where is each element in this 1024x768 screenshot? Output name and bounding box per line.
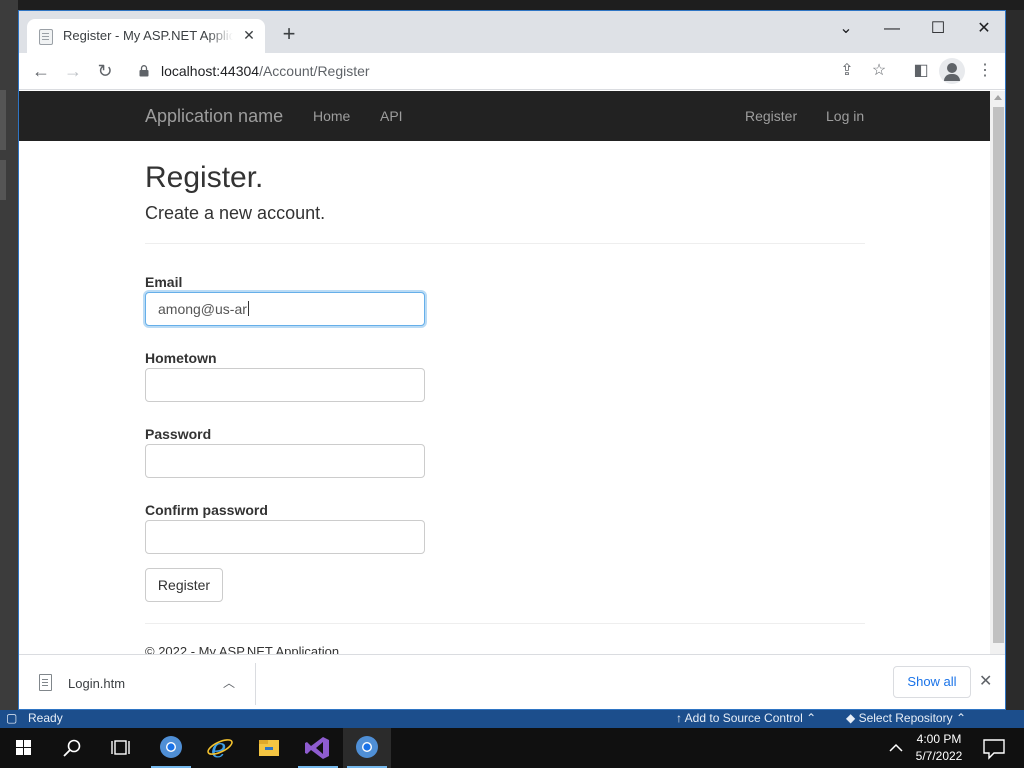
text-caret [247,301,249,316]
download-bar: Login.htm ︿ Show all ✕ [19,654,1005,709]
browser-window: Register - My ASP.NET Application ✕ + ⌄ … [18,10,1006,710]
url-text: localhost:44304/Account/Register [161,63,370,79]
show-all-button[interactable]: Show all [893,666,971,698]
visual-studio-icon[interactable] [294,728,342,768]
password-field[interactable] [145,444,425,478]
divider [145,243,865,244]
nav-login-link[interactable]: Log in [826,108,864,124]
select-repository[interactable]: ◆ Select Repository ⌃ [846,711,966,725]
background-app-marker [0,90,6,150]
site-navbar: Application name Home API Register Log i… [19,91,990,141]
background-app-sidebar [0,0,18,710]
download-separator [255,663,256,705]
url-path: /Account/Register [259,63,370,79]
background-app-titlebar [0,0,1024,10]
clock-time: 4:00 PM [916,732,962,746]
hometown-field[interactable] [145,368,425,402]
forward-arrow-icon[interactable]: → [61,59,85,83]
nav-home-link[interactable]: Home [313,108,350,124]
status-ready: Ready [28,711,63,725]
chrome-window-icon[interactable] [343,728,391,768]
nav-api-link[interactable]: API [380,108,403,124]
background-app-marker [0,160,6,200]
task-view-icon[interactable] [96,728,144,768]
page-viewport: Application name Home API Register Log i… [19,91,990,654]
background-app-statusbar: ▢ Ready ↑ Add to Source Control ⌃ ◆ Sele… [0,710,1024,728]
footer-divider [145,623,865,624]
taskbar: e 4:00 PM 5/7/2022 [0,728,1024,768]
clock-date: 5/7/2022 [915,749,963,763]
lock-icon [139,65,149,77]
taskbar-clock[interactable]: 4:00 PM 5/7/2022 [908,731,970,765]
download-file-name[interactable]: Login.htm [68,676,125,691]
minimize-button[interactable]: — [869,15,915,43]
site-brand[interactable]: Application name [145,106,283,127]
file-explorer-icon[interactable] [245,728,293,768]
confirm-password-label: Confirm password [145,502,268,518]
close-download-bar-icon[interactable]: ✕ [979,671,992,691]
search-icon[interactable] [48,728,96,768]
share-icon[interactable]: ⇪ [835,59,859,83]
chevron-up-icon[interactable]: ︿ [223,674,235,691]
tab-search-icon[interactable]: ⌄ [823,15,869,43]
tab-close-icon[interactable]: ✕ [241,27,257,43]
browser-tab-register[interactable]: Register - My ASP.NET Application ✕ [27,19,265,53]
password-label: Password [145,426,212,442]
email-field[interactable]: among@us-ar [145,292,425,326]
address-bar[interactable]: localhost:44304/Account/Register ⇪ ☆ [129,57,889,86]
maximize-button[interactable]: ☐ [915,15,961,43]
scroll-up-arrow-icon[interactable] [994,95,1002,100]
close-window-button[interactable]: ✕ [961,15,1005,43]
page-subtitle: Create a new account. [145,203,326,223]
tab-strip: Register - My ASP.NET Application ✕ + ⌄ … [19,11,1005,53]
register-button[interactable]: Register [145,568,223,602]
browser-toolbar: ← → ↻ localhost:44304/Account/Register ⇪… [19,53,1005,90]
bookmark-star-icon[interactable]: ☆ [867,59,891,83]
tab-title: Register - My ASP.NET Application [63,28,233,43]
url-host: localhost:44304 [161,63,260,79]
hometown-label: Hometown [145,350,217,366]
new-tab-button[interactable]: + [277,23,301,47]
side-panel-icon[interactable]: ◧ [909,59,933,83]
menu-kebab-icon[interactable]: ⋮ [973,59,997,83]
page-favicon-icon [39,29,53,45]
nav-register-link[interactable]: Register [745,108,797,124]
email-value: among@us-ar [158,301,247,317]
scrollbar-thumb[interactable] [993,107,1004,643]
back-arrow-icon[interactable]: ← [29,59,53,83]
confirm-password-field[interactable] [145,520,425,554]
status-icon: ▢ [6,711,18,725]
svg-text:e: e [211,734,226,764]
windows-start-icon[interactable] [0,728,48,768]
file-icon [39,674,52,691]
reload-icon[interactable]: ↻ [93,59,117,83]
profile-avatar-icon[interactable] [939,58,965,84]
notification-icon[interactable] [970,728,1018,768]
page-footer: © 2022 - My ASP.NET Application [145,644,340,654]
internet-explorer-icon[interactable]: e [196,728,244,768]
email-label: Email [145,274,183,290]
page-title: Register. [145,161,264,194]
chrome-icon[interactable] [147,728,195,768]
page-scrollbar[interactable] [990,91,1005,654]
add-source-control[interactable]: ↑ Add to Source Control ⌃ [676,711,816,725]
